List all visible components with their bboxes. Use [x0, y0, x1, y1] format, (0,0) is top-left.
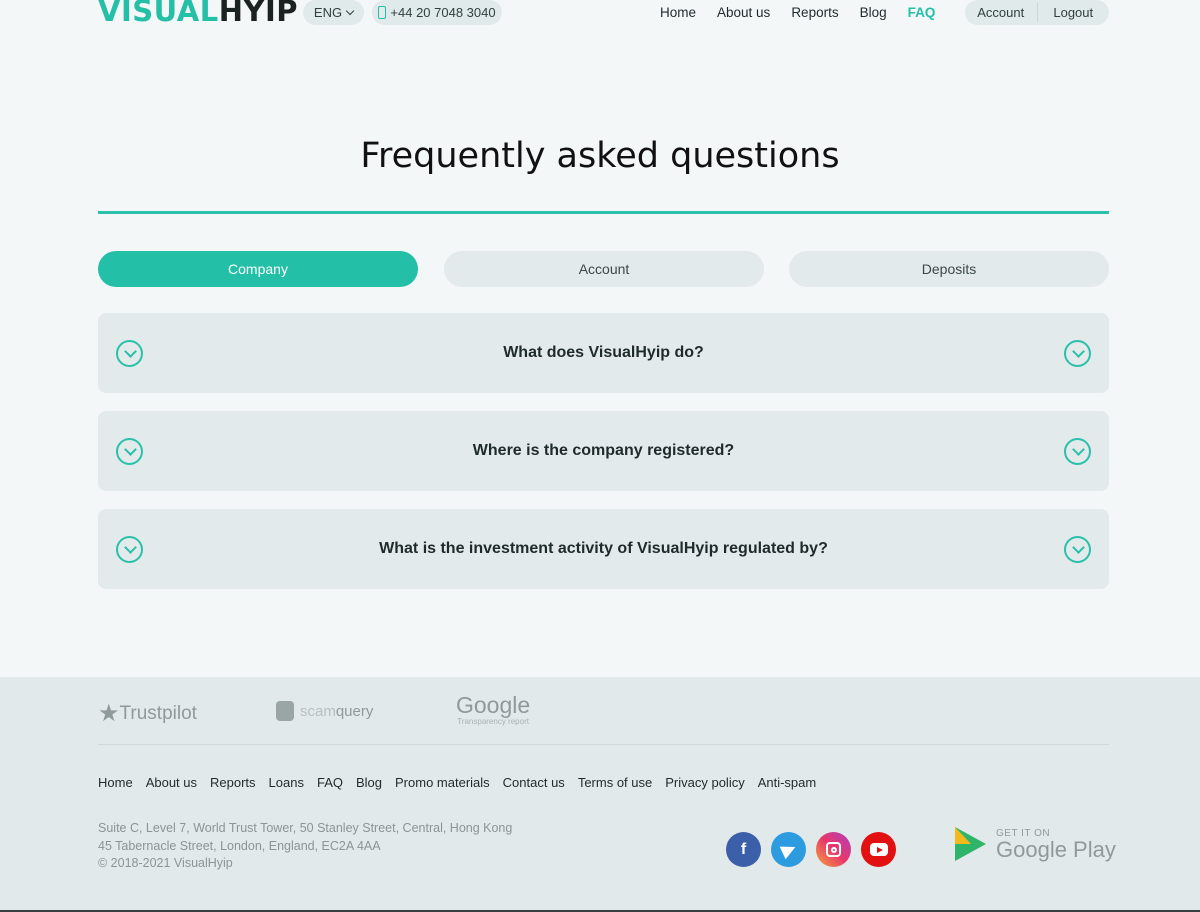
footer-link-reports[interactable]: Reports	[210, 775, 256, 790]
chevron-down-icon	[116, 340, 143, 367]
footer-link-anti-spam[interactable]: Anti-spam	[758, 775, 817, 790]
logout-button[interactable]: Logout	[1038, 0, 1110, 25]
lock-icon	[276, 701, 294, 721]
chevron-down-icon	[1064, 536, 1091, 563]
account-button[interactable]: Account	[965, 0, 1037, 25]
tab-company[interactable]: Company	[98, 251, 418, 287]
chevron-down-icon	[116, 438, 143, 465]
faq-question: What is the investment activity of Visua…	[379, 540, 828, 557]
logo-part1: VISUAL	[98, 0, 219, 28]
page-title: Frequently asked questions	[360, 136, 840, 176]
nav-faq[interactable]: FAQ	[908, 5, 936, 20]
language-label: ENG	[313, 5, 343, 20]
telegram-icon[interactable]	[771, 832, 806, 867]
footer-links: Home About us Reports Loans FAQ Blog Pro…	[98, 775, 829, 790]
chevron-down-icon	[1064, 438, 1091, 465]
partner-logos: ★Trustpilot scam query Google Transparenc…	[98, 677, 1109, 745]
faq-question: What does VisualHyip do?	[503, 344, 704, 361]
address-line-1: Suite C, Level 7, World Trust Tower, 50 …	[98, 821, 513, 835]
chevron-down-icon	[345, 6, 355, 15]
footer-link-blog[interactable]: Blog	[356, 775, 382, 790]
footer-link-promo[interactable]: Promo materials	[395, 775, 490, 790]
star-icon: ★	[98, 700, 120, 727]
title-divider	[98, 211, 1109, 214]
nav-about-us[interactable]: About us	[717, 5, 770, 20]
faq-item[interactable]: What is the investment activity of Visua…	[98, 509, 1109, 589]
footer-link-home[interactable]: Home	[98, 775, 133, 790]
nav-reports[interactable]: Reports	[791, 5, 838, 20]
faq-question: Where is the company registered?	[472, 442, 735, 459]
chevron-down-icon	[1064, 340, 1091, 367]
account-group: Account Logout	[965, 0, 1109, 25]
google-sub-label: Transparency report	[457, 717, 529, 726]
google-play-badge[interactable]: GET IT ON Google Play	[955, 827, 1116, 861]
play-store-icon	[955, 827, 986, 861]
language-selector[interactable]: ENG	[303, 0, 364, 25]
facebook-icon[interactable]: f	[726, 832, 761, 867]
trustpilot-label: Trustpilot	[119, 703, 197, 724]
instagram-icon[interactable]	[816, 832, 851, 867]
phone-pill[interactable]: +44 20 7048 3040	[372, 0, 502, 25]
footer-link-contact[interactable]: Contact us	[503, 775, 565, 790]
address-line-2: 45 Tabernacle Street, London, England, E…	[98, 838, 381, 853]
tab-account[interactable]: Account	[444, 251, 764, 287]
scamquery-label-b: query	[335, 702, 374, 720]
faq-item[interactable]: Where is the company registered?	[98, 411, 1109, 491]
google-play-main: Google Play	[996, 836, 1116, 862]
logo[interactable]: VISUALHYIP	[98, 0, 298, 28]
scamquery-label-a: scam	[300, 702, 336, 720]
header: VISUALHYIP ENG +44 20 7048 3040 Home Abo…	[98, 0, 1109, 28]
youtube-icon[interactable]	[861, 832, 896, 867]
nav-home[interactable]: Home	[660, 5, 696, 20]
company-address: Suite C, Level 7, World Trust Tower, 50 …	[98, 820, 512, 873]
tab-deposits[interactable]: Deposits	[789, 251, 1109, 287]
footer-link-about-us[interactable]: About us	[146, 775, 197, 790]
google-label: Google	[456, 692, 531, 718]
phone-number: +44 20 7048 3040	[390, 5, 496, 20]
phone-icon	[378, 6, 387, 19]
logo-part2: HYIP	[218, 0, 299, 28]
copyright: © 2018-2021 VisualHyip	[98, 856, 233, 870]
footer-link-faq[interactable]: FAQ	[317, 775, 343, 790]
google-transparency-logo[interactable]: Google Transparency report	[456, 693, 530, 726]
faq-item[interactable]: What does VisualHyip do?	[98, 313, 1109, 393]
footer-link-privacy[interactable]: Privacy policy	[665, 775, 744, 790]
chevron-down-icon	[116, 536, 143, 563]
footer: ★Trustpilot scam query Google Transparenc…	[0, 677, 1200, 912]
nav-blog[interactable]: Blog	[860, 5, 887, 20]
main-nav: Home About us Reports Blog FAQ	[660, 0, 935, 25]
footer-link-loans[interactable]: Loans	[269, 775, 304, 790]
footer-link-terms[interactable]: Terms of use	[578, 775, 652, 790]
trustpilot-logo[interactable]: ★Trustpilot	[98, 699, 197, 728]
scamquery-logo[interactable]: scam query	[276, 701, 373, 721]
